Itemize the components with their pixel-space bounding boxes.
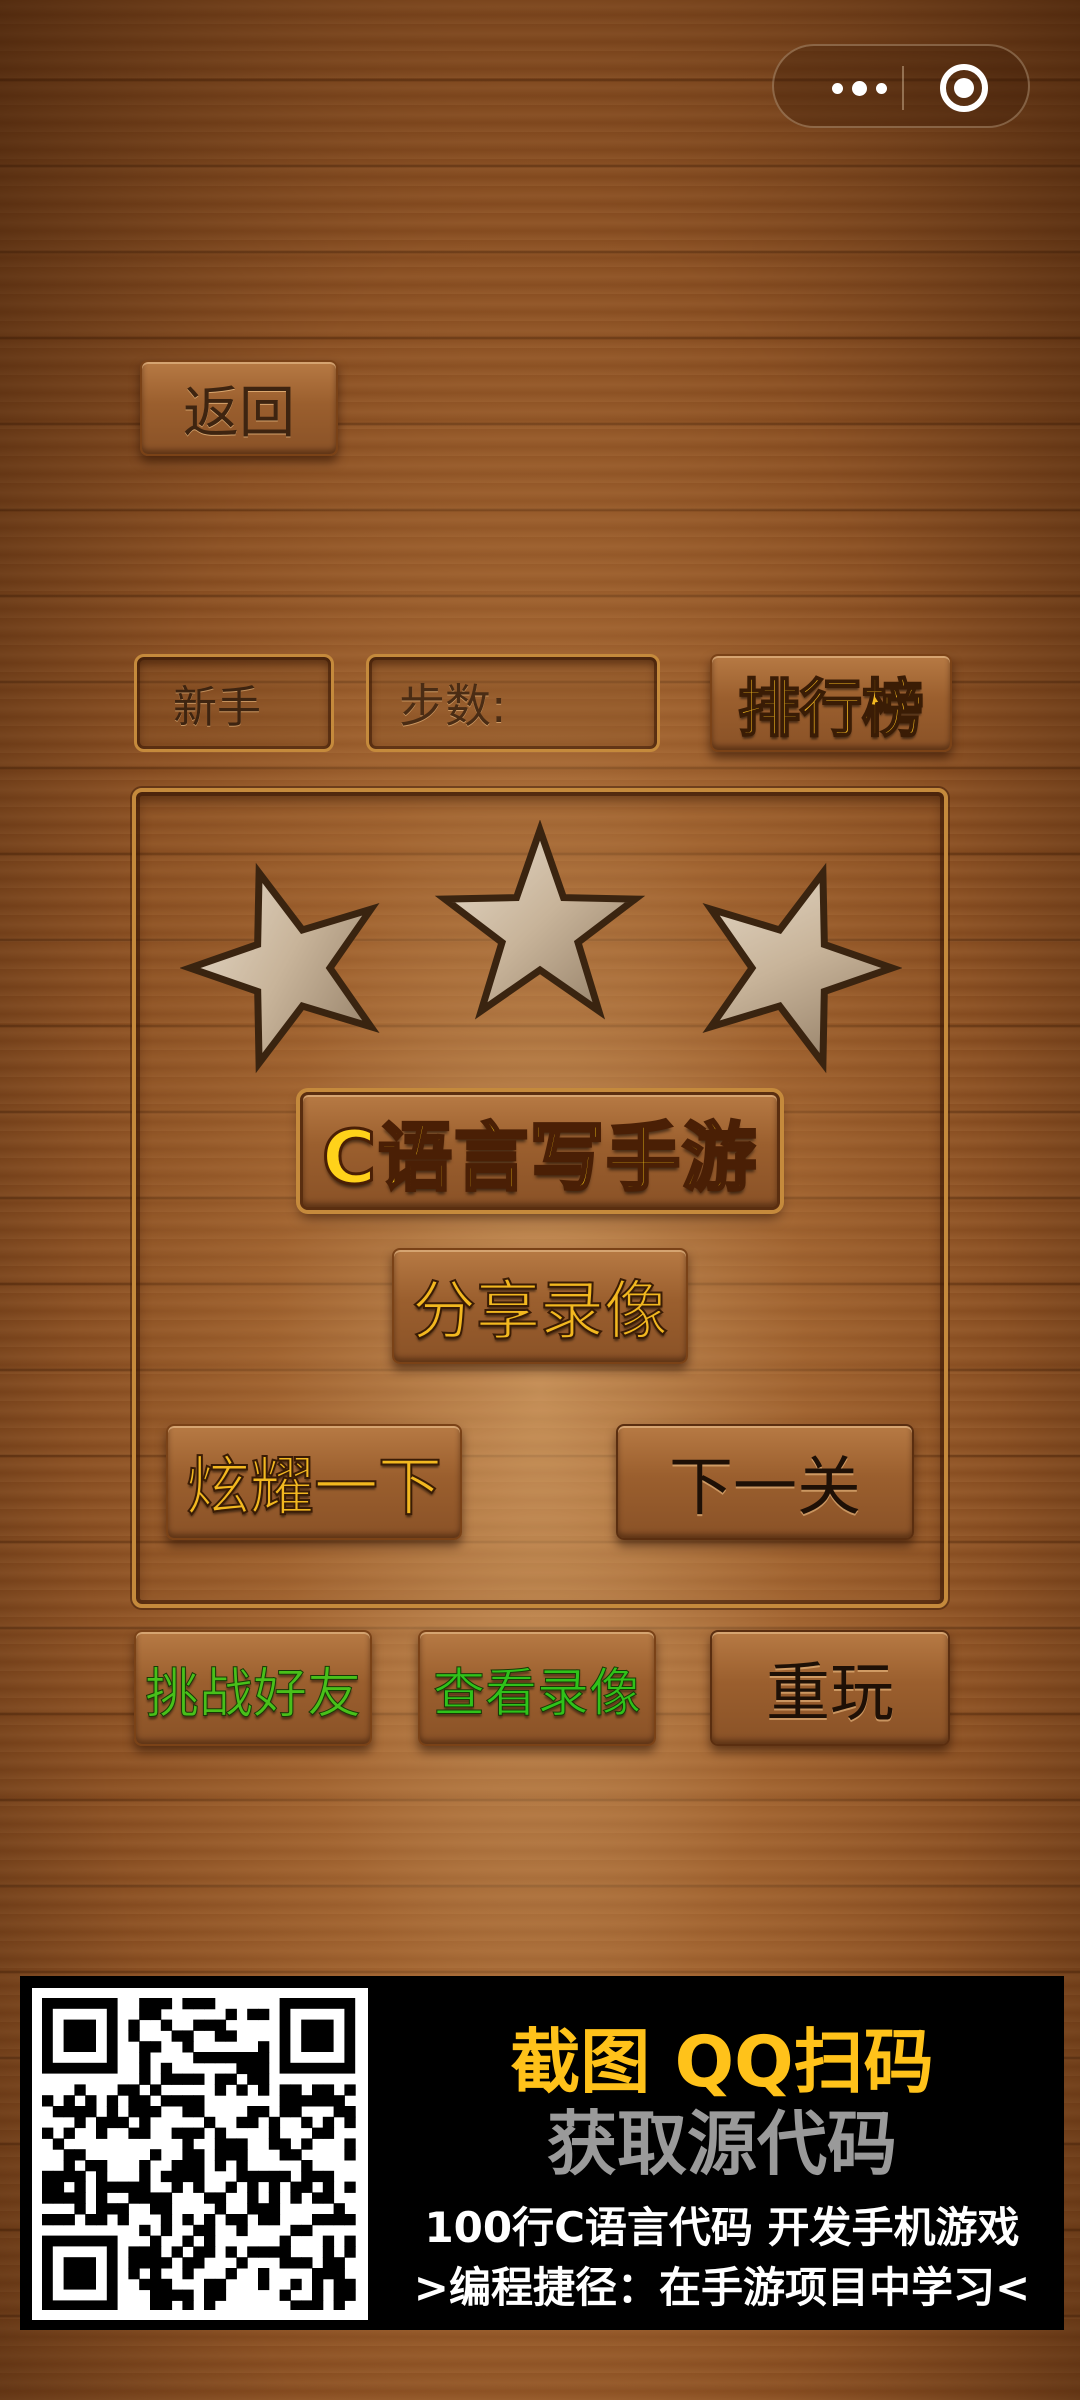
- back-button-label: 返回: [183, 380, 295, 446]
- more-dots-icon[interactable]: [814, 70, 904, 106]
- game-title-text: C语言写手游: [320, 1113, 759, 1202]
- share-replay-label: 分享录像: [411, 1274, 669, 1350]
- banner-line-3: 100行C语言代码 开发手机游戏: [424, 2203, 1020, 2252]
- promo-banner[interactable]: 截图 QQ扫码 获取源代码 100行C语言代码 开发手机游戏 >编程捷径：在手游…: [20, 1976, 1064, 2330]
- target-circle-icon[interactable]: [938, 62, 990, 114]
- capsule-divider: [902, 66, 904, 110]
- star-icon-left: [180, 862, 380, 1074]
- back-button[interactable]: 返回: [140, 360, 338, 456]
- replay-label: 重玩: [766, 1657, 894, 1731]
- challenge-friend-button[interactable]: 挑战好友: [134, 1630, 372, 1746]
- next-level-label: 下一关: [669, 1451, 861, 1525]
- difficulty-display: 新手: [134, 654, 334, 752]
- difficulty-label: 新手: [173, 682, 261, 733]
- leaderboard-button[interactable]: 排行榜: [710, 654, 952, 752]
- steps-display: 步数:: [366, 654, 660, 752]
- view-replay-button[interactable]: 查看录像: [418, 1630, 656, 1746]
- banner-line-4: >编程捷径：在手游项目中学习<: [413, 2263, 1031, 2312]
- next-level-button[interactable]: 下一关: [616, 1424, 914, 1540]
- view-replay-label: 查看录像: [432, 1663, 641, 1724]
- show-off-button[interactable]: 炫耀一下: [166, 1424, 462, 1540]
- steps-label: 步数:: [399, 679, 507, 733]
- capsule-menu: [772, 44, 1030, 128]
- banner-line-2: 获取源代码: [547, 2103, 897, 2185]
- leaderboard-button-label: 排行榜: [737, 671, 925, 746]
- qr-code: [32, 1988, 368, 2320]
- star-icon-middle: [434, 820, 646, 1020]
- game-title-banner: C语言写手游: [300, 1092, 780, 1210]
- show-off-label: 炫耀一下: [185, 1450, 443, 1526]
- share-replay-button[interactable]: 分享录像: [392, 1248, 688, 1364]
- star-icon-right: [702, 862, 902, 1074]
- replay-button[interactable]: 重玩: [710, 1630, 950, 1746]
- challenge-friend-label: 挑战好友: [145, 1661, 362, 1725]
